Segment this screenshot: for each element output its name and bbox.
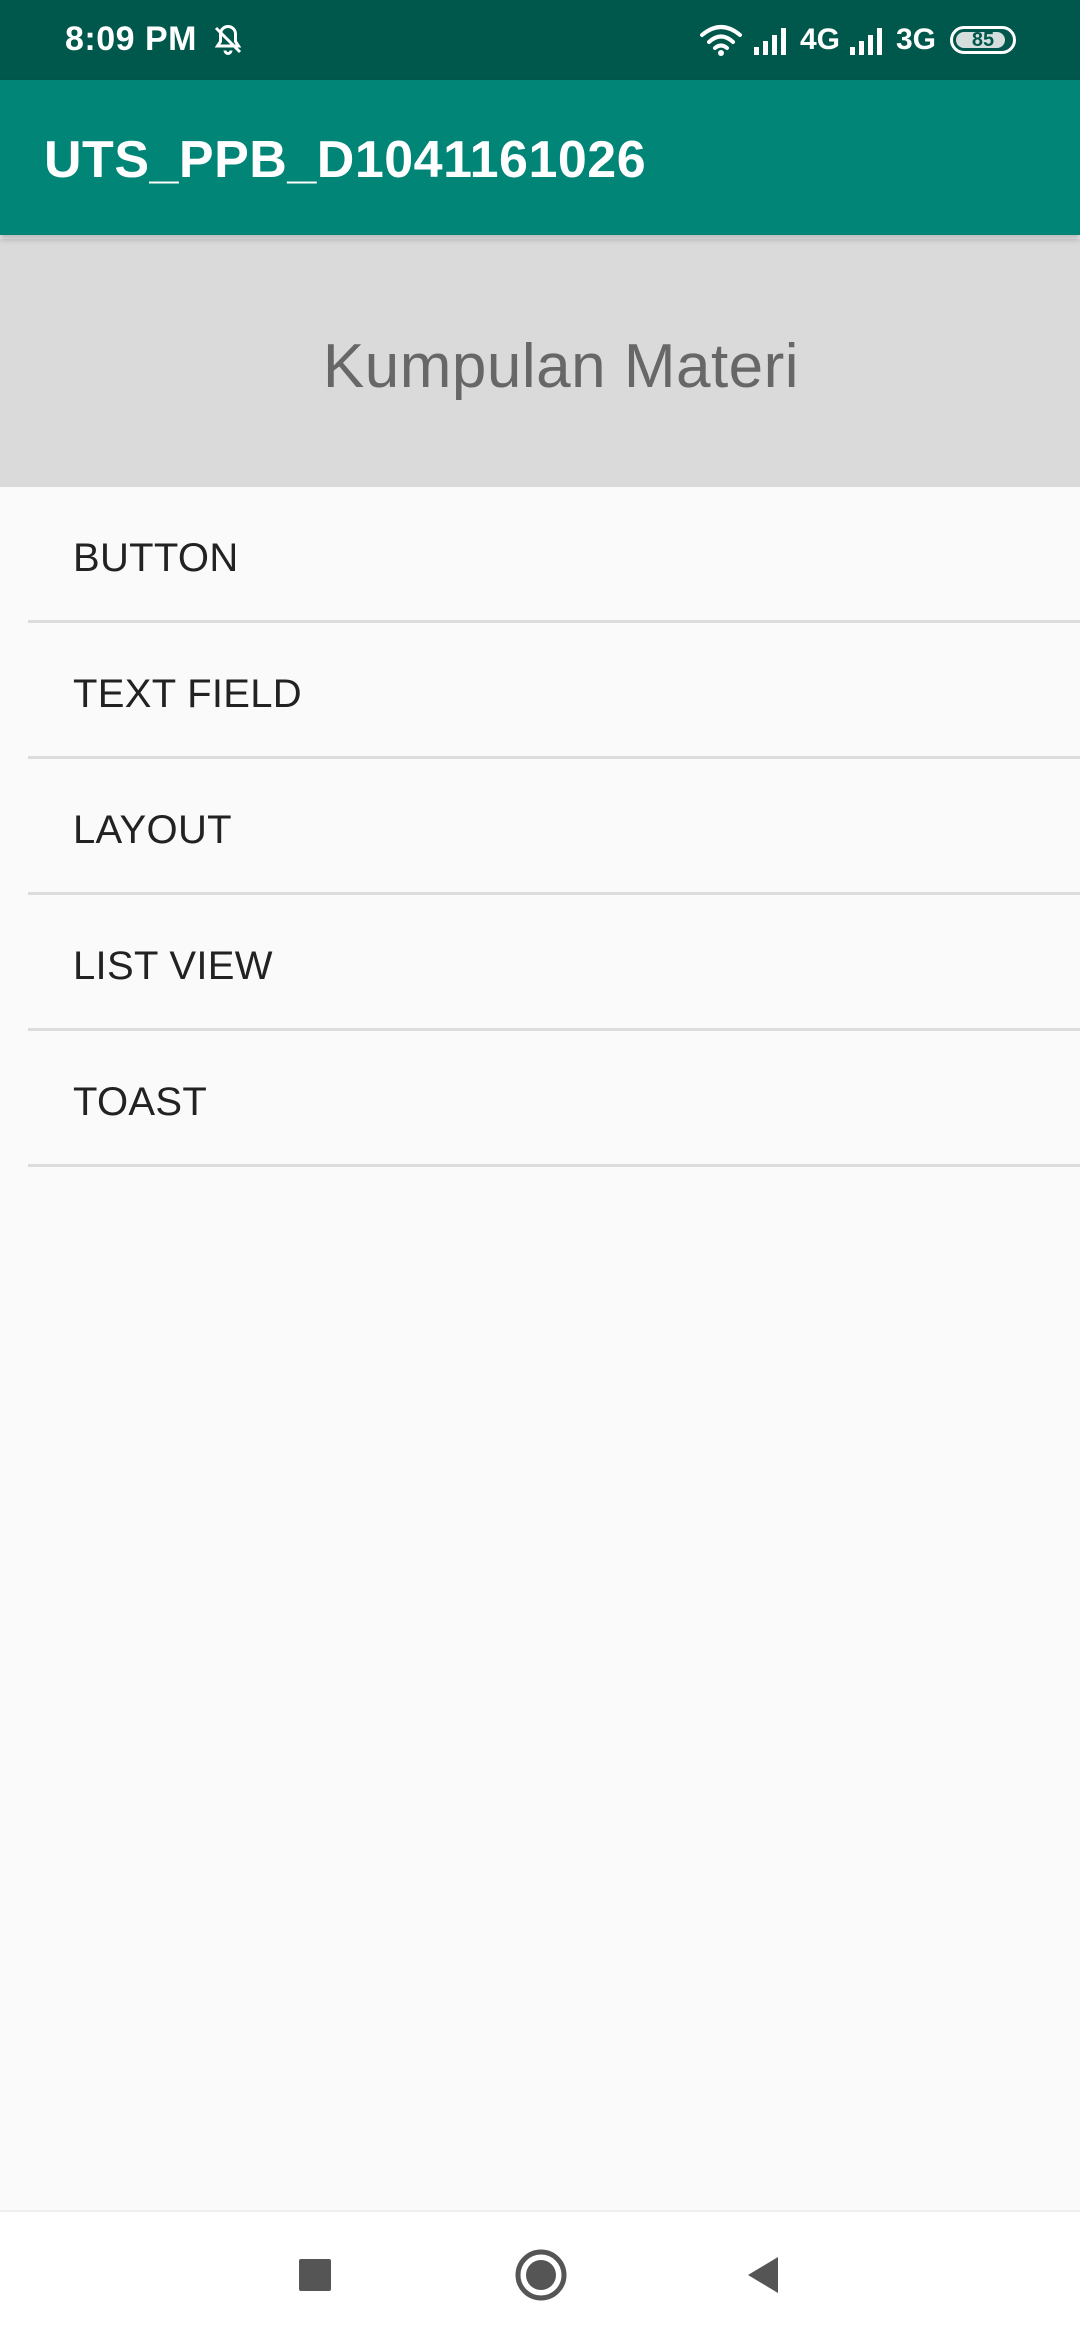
signal-icon	[848, 25, 888, 55]
list-item-label: LIST VIEW	[73, 944, 273, 988]
status-icons: 4G 3G 85	[698, 18, 1016, 62]
page-title: Kumpulan Materi	[322, 332, 800, 401]
recents-icon	[298, 2258, 332, 2297]
status-bar: 8:09 PM 4G 3G 85	[0, 0, 1080, 80]
battery-level: 85	[971, 29, 995, 51]
recents-button[interactable]	[280, 2242, 350, 2312]
app-bar: UTS_PPB_D1041161026	[0, 80, 1080, 235]
home-button[interactable]	[506, 2242, 576, 2312]
materi-list: BUTTON TEXT FIELD LAYOUT LIST VIEW TOAST	[28, 487, 1080, 1167]
network-type-1: 4G	[799, 23, 840, 56]
list-item-button[interactable]: BUTTON	[28, 487, 1080, 623]
back-icon	[744, 2255, 782, 2300]
list-item-label: TOAST	[73, 1080, 208, 1124]
list-item-layout[interactable]: LAYOUT	[28, 759, 1080, 895]
list-item-label: TEXT FIELD	[73, 672, 302, 716]
signal-icon	[752, 25, 792, 55]
mute-icon	[210, 22, 246, 58]
list-item-list-view[interactable]: LIST VIEW	[28, 895, 1080, 1031]
app-title: UTS_PPB_D1041161026	[44, 131, 647, 189]
wifi-icon	[698, 23, 744, 57]
list-item-toast[interactable]: TOAST	[28, 1031, 1080, 1167]
back-button[interactable]	[728, 2242, 798, 2312]
battery-icon: 85	[950, 26, 1016, 54]
nav-bar	[0, 2210, 1080, 2340]
header-block: Kumpulan Materi	[0, 235, 1080, 487]
list-item-text-field[interactable]: TEXT FIELD	[28, 623, 1080, 759]
home-icon	[514, 2248, 568, 2307]
network-type-2: 3G	[895, 23, 936, 56]
status-time: 8:09 PM	[65, 20, 197, 58]
screen: 8:09 PM 4G 3G 85 UTS_PPB_D1041161026 Kum…	[0, 0, 1080, 2340]
list-item-label: LAYOUT	[73, 808, 232, 852]
list-item-label: BUTTON	[73, 536, 239, 580]
